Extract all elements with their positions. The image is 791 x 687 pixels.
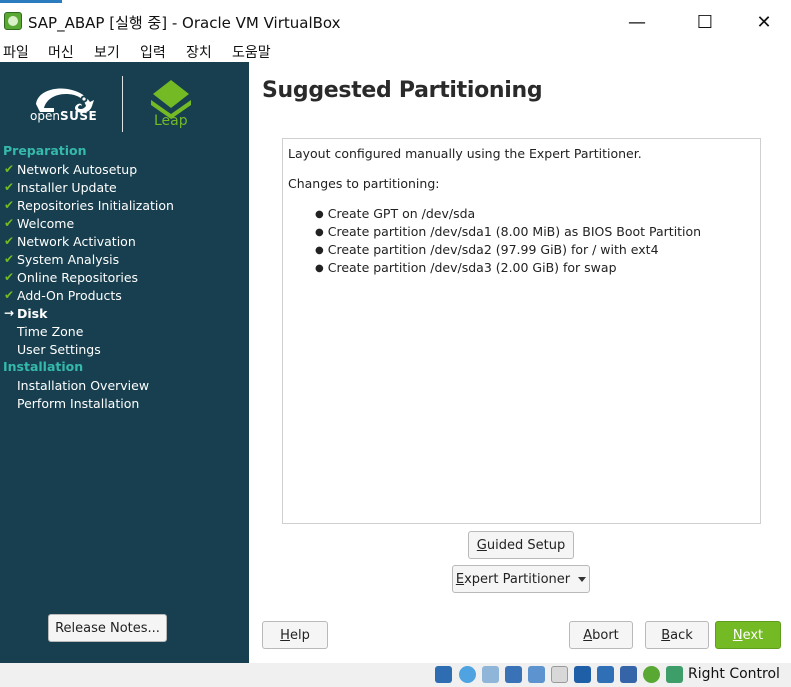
statusbar: Right Control bbox=[0, 663, 791, 687]
network-icon[interactable] bbox=[505, 666, 522, 683]
check-icon: ✔ bbox=[4, 180, 15, 194]
step-repositories-initialization: ✔ Repositories Initialization bbox=[4, 197, 174, 213]
step-system-analysis: ✔ System Analysis bbox=[4, 251, 120, 267]
caret-down-icon bbox=[578, 576, 587, 582]
step-installer-update: ✔ Installer Update bbox=[4, 179, 117, 195]
expert-partitioner-dropdown[interactable]: Expert Partitioner bbox=[452, 565, 590, 593]
check-icon: ✔ bbox=[4, 252, 15, 266]
back-button[interactable]: Back bbox=[645, 621, 709, 649]
check-icon: ✔ bbox=[4, 234, 15, 248]
summary-intro: Layout configured manually using the Exp… bbox=[288, 146, 642, 161]
maximize-button[interactable]: ☐ bbox=[683, 6, 727, 38]
change-item: Create partition /dev/sda1 (8.00 MiB) as… bbox=[315, 224, 701, 239]
mouse-integration-icon[interactable] bbox=[643, 666, 660, 683]
abort-button[interactable]: Abort bbox=[569, 621, 633, 649]
step-perform-installation: Perform Installation bbox=[17, 395, 140, 411]
step-welcome: ✔ Welcome bbox=[4, 215, 75, 231]
menubar: 파일 머신 보기 입력 장치 도움말 bbox=[0, 40, 791, 62]
page-title: Suggested Partitioning bbox=[262, 78, 543, 103]
titlebar-accent bbox=[0, 0, 62, 3]
vm-screen[interactable]: openSUSE Leap Preparation ✔ Network Autos… bbox=[0, 62, 791, 663]
menu-file[interactable]: 파일 bbox=[3, 42, 29, 62]
leap-wordmark: Leap bbox=[154, 113, 188, 129]
virtualization-icon[interactable] bbox=[620, 666, 637, 683]
check-icon: ✔ bbox=[4, 288, 15, 302]
change-item: Create partition /dev/sda2 (97.99 GiB) f… bbox=[315, 242, 659, 257]
audio-icon[interactable] bbox=[482, 666, 499, 683]
change-item: Create partition /dev/sda3 (2.00 GiB) fo… bbox=[315, 260, 617, 275]
hard-disk-icon[interactable] bbox=[435, 666, 452, 683]
video-capture-icon[interactable] bbox=[597, 666, 614, 683]
arrow-right-icon: → bbox=[4, 306, 15, 320]
step-disk: → Disk bbox=[4, 305, 48, 321]
opensuse-chameleon-icon bbox=[36, 88, 94, 113]
close-button[interactable]: ✕ bbox=[742, 6, 786, 38]
check-icon: ✔ bbox=[4, 270, 15, 284]
step-network-autosetup: ✔ Network Autosetup bbox=[4, 161, 138, 177]
minimize-button[interactable]: — bbox=[615, 6, 659, 38]
menu-devices[interactable]: 장치 bbox=[186, 42, 212, 62]
optical-drive-icon[interactable] bbox=[459, 666, 476, 683]
window-title: SAP_ABAP [실행 중] - Oracle VM VirtualBox bbox=[28, 14, 341, 32]
help-button[interactable]: Help bbox=[262, 621, 328, 649]
installer-sidebar: openSUSE Leap Preparation ✔ Network Autos… bbox=[0, 62, 249, 663]
check-icon: ✔ bbox=[4, 198, 15, 212]
check-icon: ✔ bbox=[4, 216, 15, 230]
menu-help[interactable]: 도움말 bbox=[232, 42, 271, 62]
partitioning-summary: Layout configured manually using the Exp… bbox=[282, 138, 761, 524]
step-add-on-products: ✔ Add-On Products bbox=[4, 287, 122, 303]
section-preparation: Preparation bbox=[3, 143, 87, 158]
release-notes-button[interactable]: Release Notes... bbox=[48, 614, 167, 642]
step-network-activation: ✔ Network Activation bbox=[4, 233, 136, 249]
next-button[interactable]: Next bbox=[715, 621, 781, 649]
menu-view[interactable]: 보기 bbox=[94, 42, 120, 62]
window-titlebar: SAP_ABAP [실행 중] - Oracle VM VirtualBox —… bbox=[0, 0, 791, 44]
check-icon: ✔ bbox=[4, 162, 15, 176]
logo-divider bbox=[122, 76, 123, 132]
shared-folders-icon[interactable] bbox=[551, 666, 568, 683]
step-time-zone: Time Zone bbox=[17, 323, 84, 339]
summary-changes-heading: Changes to partitioning: bbox=[288, 176, 440, 191]
virtualbox-app-icon bbox=[4, 12, 22, 30]
keyboard-capture-icon[interactable] bbox=[666, 666, 683, 683]
usb-icon[interactable] bbox=[528, 666, 545, 683]
menu-machine[interactable]: 머신 bbox=[48, 42, 74, 62]
change-item: Create GPT on /dev/sda bbox=[315, 206, 475, 221]
step-installation-overview: Installation Overview bbox=[17, 377, 150, 393]
host-key-label: Right Control bbox=[688, 666, 780, 682]
opensuse-wordmark: openSUSE bbox=[30, 109, 98, 123]
display-icon[interactable] bbox=[574, 666, 591, 683]
guided-setup-button[interactable]: Guided Setup bbox=[468, 531, 574, 559]
menu-input[interactable]: 입력 bbox=[140, 42, 166, 62]
section-installation: Installation bbox=[3, 359, 84, 374]
step-online-repositories: ✔ Online Repositories bbox=[4, 269, 139, 285]
step-user-settings: User Settings bbox=[17, 341, 101, 357]
